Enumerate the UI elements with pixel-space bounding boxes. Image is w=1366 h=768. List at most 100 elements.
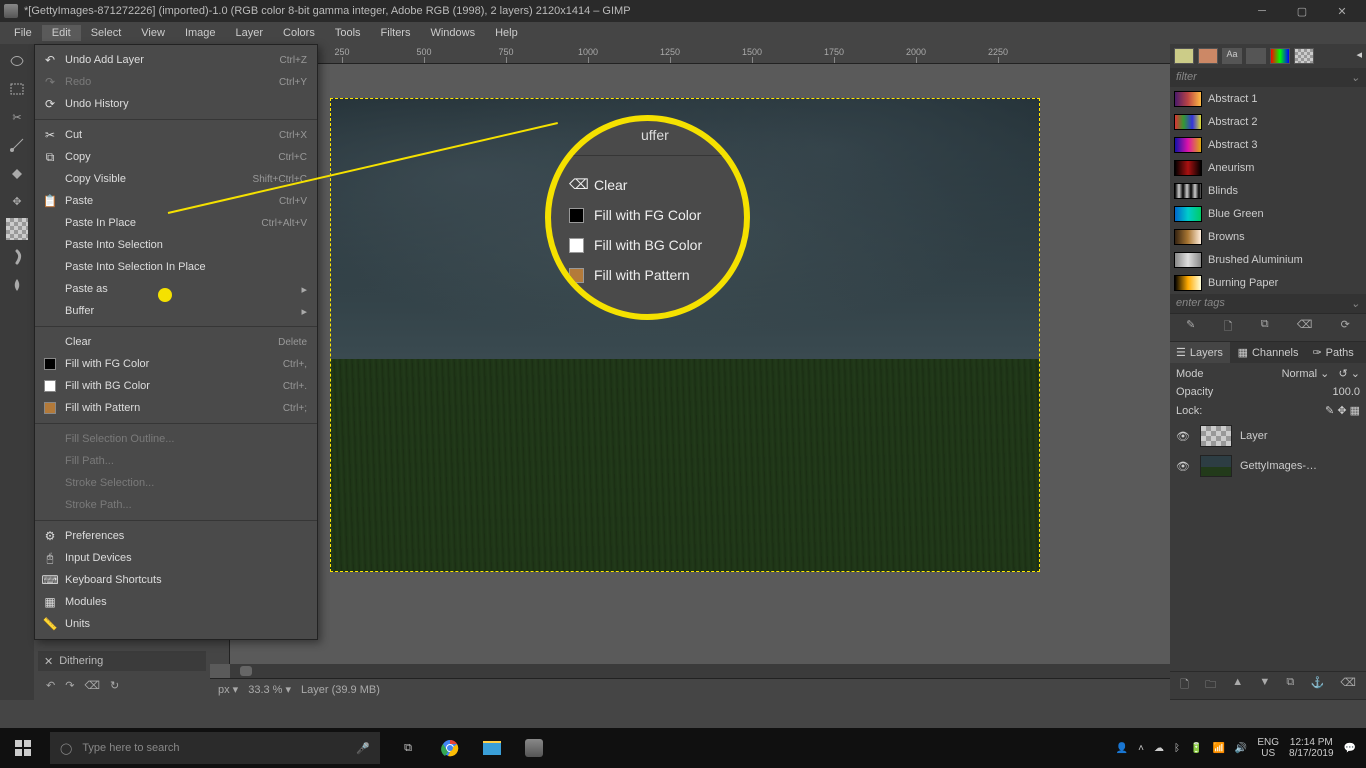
close-tab-icon[interactable]: ✕ <box>44 655 53 668</box>
menuitem-cut[interactable]: ✂CutCtrl+X <box>35 124 317 146</box>
gradient-row[interactable]: Blue Green <box>1170 202 1366 225</box>
menu-view[interactable]: View <box>131 25 175 41</box>
tool-measure[interactable] <box>6 134 28 156</box>
menuitem-clear[interactable]: ClearDelete <box>35 331 317 353</box>
tab-fonts-icon[interactable]: Aa <box>1222 48 1242 64</box>
tool-bucket[interactable] <box>6 162 28 184</box>
filter-input[interactable]: filter⌄ <box>1170 68 1366 87</box>
tool-ink[interactable] <box>6 274 28 296</box>
menu-filters[interactable]: Filters <box>371 25 421 41</box>
tool-gradient[interactable] <box>6 218 28 240</box>
gradient-row[interactable]: Aneurism <box>1170 156 1366 179</box>
tool-free-select[interactable] <box>6 50 28 72</box>
new-gradient-icon[interactable]: 🗋 <box>1224 318 1233 337</box>
edit-gradient-icon[interactable]: ✎ <box>1186 318 1195 337</box>
menuitem-modules[interactable]: ▦Modules <box>35 591 317 613</box>
dock-menu-icon[interactable]: ◂ <box>1356 48 1362 64</box>
tab-brush-icon[interactable] <box>1294 48 1314 64</box>
layer-row[interactable]: 👁Layer <box>1170 421 1366 451</box>
tab-patterns-icon[interactable] <box>1198 48 1218 64</box>
menuitem-buffer[interactable]: Buffer▸ <box>35 300 317 322</box>
tab-layers[interactable]: ☰Layers <box>1170 342 1230 363</box>
battery-icon[interactable]: 🔋 <box>1190 743 1202 754</box>
layer-list[interactable]: 👁Layer👁GettyImages-… <box>1170 421 1366 481</box>
close-button[interactable]: ✕ <box>1322 0 1362 22</box>
volume-icon[interactable]: 🔊 <box>1235 743 1247 754</box>
start-button[interactable] <box>0 740 46 756</box>
tool-smudge[interactable] <box>6 246 28 268</box>
menu-select[interactable]: Select <box>81 25 132 41</box>
gradient-row[interactable]: Abstract 3 <box>1170 133 1366 156</box>
menuitem-fill-with-bg-color[interactable]: Fill with BG ColorCtrl+. <box>35 375 317 397</box>
menu-colors[interactable]: Colors <box>273 25 325 41</box>
visibility-icon[interactable]: 👁 <box>1176 460 1192 473</box>
menu-edit[interactable]: Edit <box>42 25 81 41</box>
menuitem-paste[interactable]: 📋PasteCtrl+V <box>35 190 317 212</box>
menuitem-paste-as[interactable]: Paste as▸ <box>35 278 317 300</box>
menuitem-copy[interactable]: ⧉CopyCtrl+C <box>35 146 317 168</box>
menu-file[interactable]: File <box>4 25 42 41</box>
menuitem-units[interactable]: 📏Units <box>35 613 317 635</box>
gradient-row[interactable]: Abstract 2 <box>1170 110 1366 133</box>
duplicate-layer-icon[interactable]: ⧉ <box>1286 676 1294 695</box>
menuitem-input-devices[interactable]: 🖰Input Devices <box>35 547 317 569</box>
app-explorer[interactable] <box>474 732 510 764</box>
menuitem-preferences[interactable]: ⚙Preferences <box>35 525 317 547</box>
gradient-row[interactable]: Brushed Aluminium <box>1170 248 1366 271</box>
tab-palette-icon[interactable] <box>1270 48 1290 64</box>
notifications-icon[interactable]: 💬 <box>1344 743 1356 754</box>
new-layer-icon[interactable]: 🗋 <box>1180 676 1189 695</box>
people-icon[interactable]: 👤 <box>1116 743 1128 754</box>
undo-icon[interactable]: ↶ <box>46 679 55 692</box>
status-zoom[interactable]: 33.3 % ▾ <box>248 683 291 696</box>
mode-select[interactable]: Normal ⌄ ↺ ⌄ <box>1282 367 1360 380</box>
tray-up-icon[interactable]: ˄ <box>1138 743 1144 754</box>
opacity-value[interactable]: 100.0 <box>1332 386 1360 398</box>
status-unit[interactable]: px ▾ <box>218 683 238 696</box>
menuitem-paste-into-selection[interactable]: Paste Into Selection <box>35 234 317 256</box>
refresh-gradient-icon[interactable]: ⟳ <box>1341 318 1350 337</box>
bluetooth-icon[interactable]: ᛒ <box>1174 743 1180 754</box>
anchor-layer-icon[interactable]: ⚓ <box>1310 676 1324 695</box>
layer-group-icon[interactable]: 🗀 <box>1205 676 1216 695</box>
task-view-icon[interactable]: ⧉ <box>390 732 426 764</box>
minimize-button[interactable]: ─ <box>1242 0 1282 22</box>
onedrive-icon[interactable]: ☁ <box>1154 743 1164 754</box>
menuitem-fill-with-pattern[interactable]: Fill with PatternCtrl+; <box>35 397 317 419</box>
mic-icon[interactable]: 🎤 <box>356 742 370 755</box>
tool-move[interactable]: ✥ <box>6 190 28 212</box>
delete-gradient-icon[interactable]: ⌫ <box>1297 318 1313 337</box>
lock-icons[interactable]: ✎ ✥ ▦ <box>1325 404 1360 417</box>
menuitem-undo-add-layer[interactable]: ↶Undo Add LayerCtrl+Z <box>35 49 317 71</box>
tool-rect-select[interactable] <box>6 78 28 100</box>
tray-lang[interactable]: ENGUS <box>1257 737 1279 759</box>
horizontal-scrollbar[interactable] <box>230 664 1170 678</box>
menu-image[interactable]: Image <box>175 25 226 41</box>
app-gimp[interactable] <box>516 732 552 764</box>
maximize-button[interactable]: ▢ <box>1282 0 1322 22</box>
menu-help[interactable]: Help <box>485 25 528 41</box>
gradient-row[interactable]: Abstract 1 <box>1170 87 1366 110</box>
duplicate-gradient-icon[interactable]: ⧉ <box>1261 318 1269 337</box>
menuitem-paste-in-place[interactable]: Paste In PlaceCtrl+Alt+V <box>35 212 317 234</box>
reset-icon[interactable]: ↻ <box>110 679 119 692</box>
raise-layer-icon[interactable]: ▲ <box>1232 676 1243 695</box>
gradient-row[interactable]: Blinds <box>1170 179 1366 202</box>
visibility-icon[interactable]: 👁 <box>1176 430 1192 443</box>
menu-layer[interactable]: Layer <box>226 25 274 41</box>
tray-clock[interactable]: 12:14 PM8/17/2019 <box>1289 737 1334 759</box>
tab-paths[interactable]: ✑Paths <box>1306 342 1366 363</box>
gradient-list[interactable]: Abstract 1Abstract 2Abstract 3AneurismBl… <box>1170 87 1366 294</box>
menuitem-keyboard-shortcuts[interactable]: ⌨Keyboard Shortcuts <box>35 569 317 591</box>
gradient-row[interactable]: Browns <box>1170 225 1366 248</box>
app-chrome[interactable] <box>432 732 468 764</box>
layer-row[interactable]: 👁GettyImages-… <box>1170 451 1366 481</box>
redo-icon[interactable]: ↷ <box>65 679 74 692</box>
tool-scissors[interactable]: ✂ <box>6 106 28 128</box>
taskbar-search[interactable]: ◯ Type here to search 🎤 <box>50 732 380 764</box>
delete-icon[interactable]: ⌫ <box>84 679 100 692</box>
gradient-row[interactable]: Burning Paper <box>1170 271 1366 294</box>
menu-windows[interactable]: Windows <box>420 25 485 41</box>
tab-channels[interactable]: ▦Channels <box>1232 342 1305 363</box>
delete-layer-icon[interactable]: ⌫ <box>1340 676 1356 695</box>
